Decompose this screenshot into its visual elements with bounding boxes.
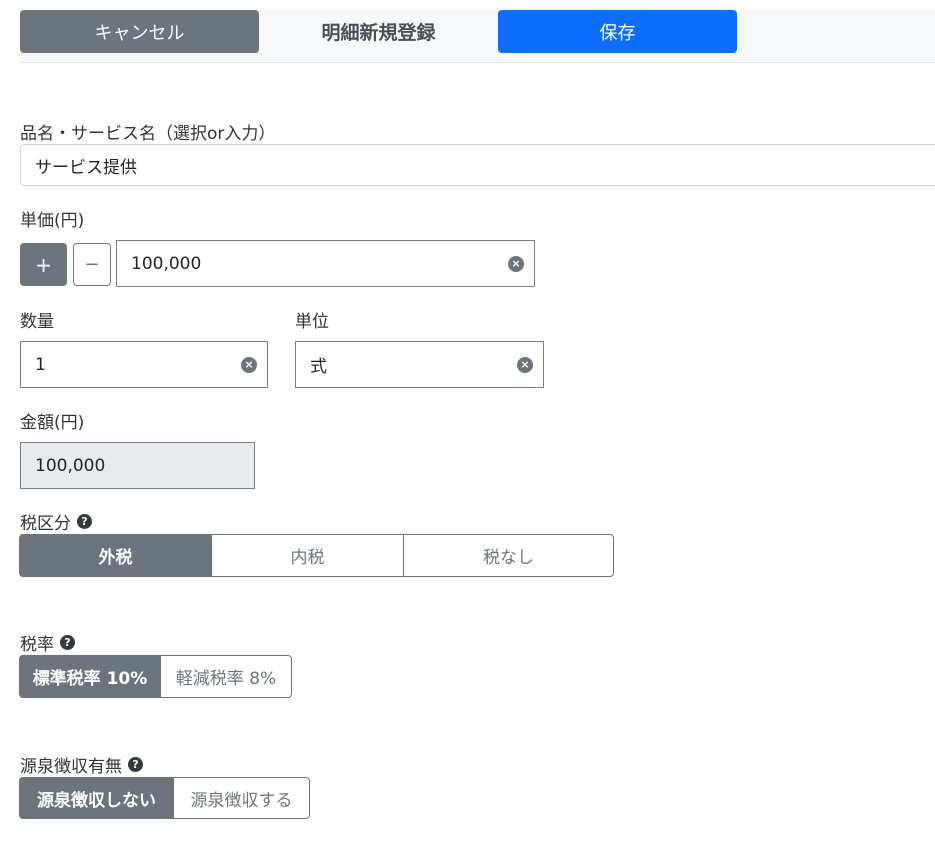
tax-category-toggle: 外税 内税 税なし [19,534,614,577]
help-icon[interactable]: ? [77,514,92,529]
unit-price-input[interactable]: 100,000 × [116,240,535,287]
withholding-toggle: 源泉徴収しない 源泉徴収する [19,777,310,819]
decrement-button[interactable]: − [73,243,111,286]
withholding-on[interactable]: 源泉徴収する [173,777,310,819]
tax-rate-toggle: 標準税率 10% 軽減税率 8% [19,655,292,698]
tax-rate-label: 税率 ? [20,630,75,655]
tax-rate-reduced[interactable]: 軽減税率 8% [160,655,292,698]
top-toolbar: キャンセル 明細新規登録 保存 [20,10,935,63]
help-icon[interactable]: ? [60,635,75,650]
unit-value: 式 [310,357,327,377]
amount-field: 100,000 [20,442,255,489]
tax-rate-standard[interactable]: 標準税率 10% [19,655,161,698]
tax-option-none[interactable]: 税なし [403,534,614,577]
tax-option-inclusive[interactable]: 内税 [211,534,404,577]
cancel-button[interactable]: キャンセル [20,10,259,53]
quantity-label: 数量 [20,312,54,332]
quantity-input[interactable]: 1 × [20,341,268,388]
withholding-off[interactable]: 源泉徴収しない [19,777,174,819]
clear-icon[interactable]: × [508,255,524,272]
item-name-input[interactable]: サービス提供 [20,144,935,186]
save-button[interactable]: 保存 [498,10,737,53]
unit-price-value: 100,000 [131,253,202,274]
item-name-value: サービス提供 [35,157,137,178]
increment-button[interactable]: + [20,243,67,286]
amount-label: 金額(円) [20,413,85,433]
item-name-label: 品名・サービス名（選択or入力） [20,124,276,144]
quantity-value: 1 [35,354,46,375]
withholding-label: 源泉徴収有無 ? [20,752,143,777]
page-title: 明細新規登録 [321,22,436,44]
unit-input[interactable]: 式 × [295,341,544,388]
clear-icon[interactable]: × [241,356,257,373]
help-icon[interactable]: ? [128,757,143,772]
unit-label: 単位 [295,312,329,332]
amount-value: 100,000 [35,455,106,476]
tax-option-exclusive[interactable]: 外税 [19,534,212,577]
clear-icon[interactable]: × [517,356,533,373]
tax-category-label: 税区分 ? [20,509,92,534]
unit-price-label: 単価(円) [20,211,85,231]
